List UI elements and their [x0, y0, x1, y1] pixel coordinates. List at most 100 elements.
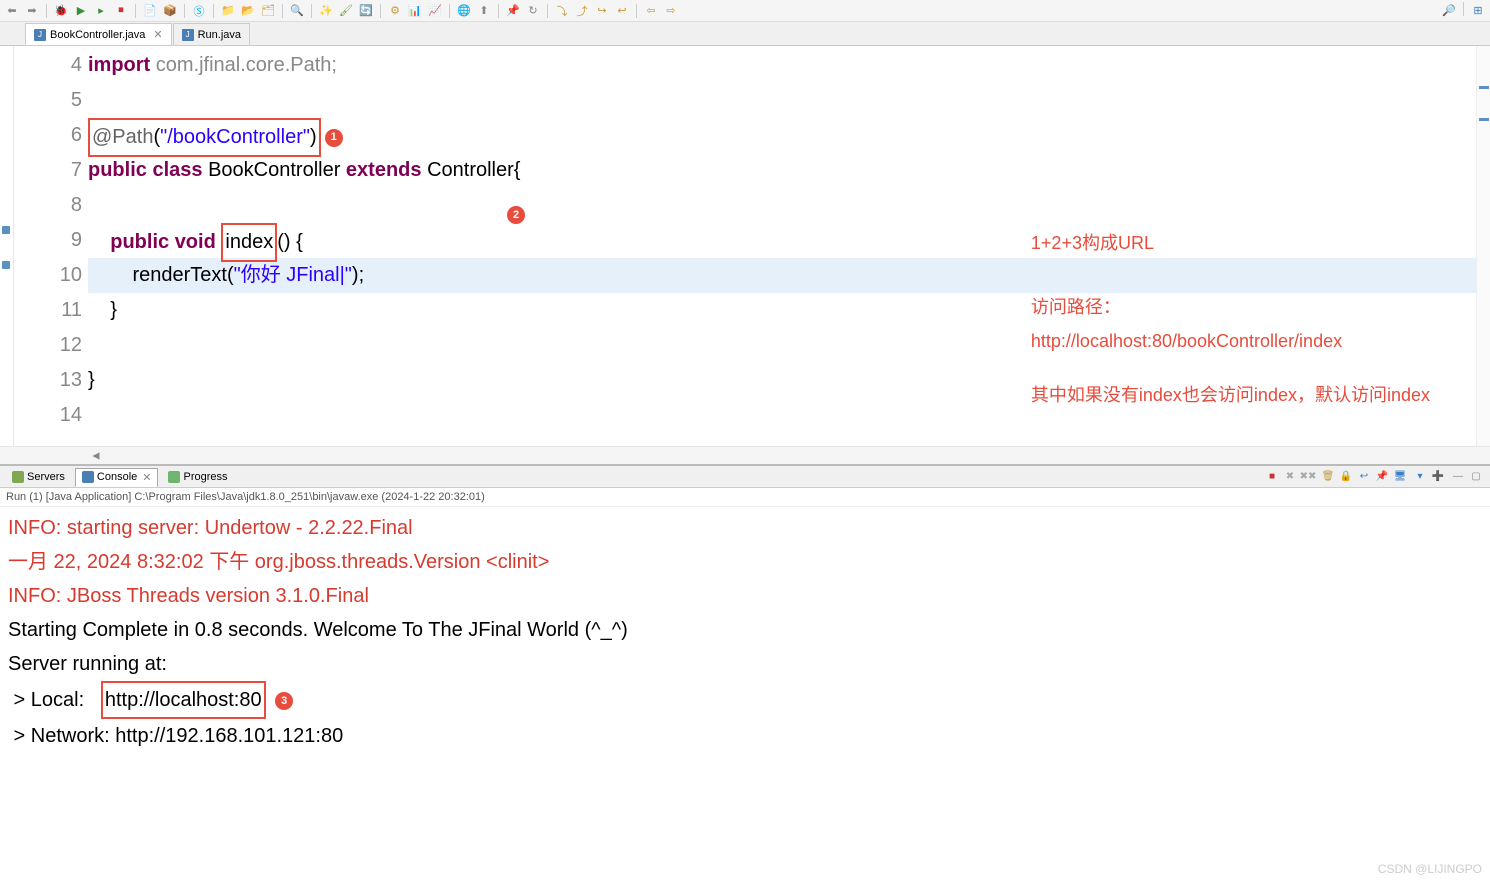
code-token: import — [88, 54, 150, 76]
open-console-icon[interactable]: ▾ — [1412, 469, 1428, 485]
min-icon[interactable]: — — [1450, 469, 1466, 485]
badge-2: 2 — [507, 206, 525, 224]
tab-bookcontroller[interactable]: J BookController.java ✕ — [25, 23, 172, 45]
code-token: void — [175, 231, 216, 253]
tab-progress[interactable]: Progress — [162, 469, 233, 485]
display-icon[interactable]: 🖥 — [1392, 469, 1408, 485]
folder3-icon[interactable]: 🗂 — [260, 3, 276, 19]
code-token: () { — [277, 231, 303, 253]
badge-1: 1 — [325, 129, 343, 147]
view-tabs: Servers Console ✕ Progress ■ ✖ ✖✖ 🗑 🔒 ↩ … — [0, 466, 1490, 488]
run-icon[interactable]: ▶ — [73, 3, 89, 19]
code-body[interactable]: import com.jfinal.core.Path; @Path("/boo… — [88, 46, 1490, 446]
note-line: 其中如果没有index也会访问index，默认访问index — [1031, 378, 1430, 412]
code-token: "你好 JFinal|" — [234, 264, 352, 286]
console-line: Starting Complete in 0.8 seconds. Welcom… — [8, 613, 1482, 647]
skype-icon[interactable]: Ⓢ — [191, 3, 207, 19]
console-line: Server running at: — [8, 647, 1482, 681]
step4-icon[interactable]: ↩ — [614, 3, 630, 19]
watermark: CSDN @LIJINGPO — [1378, 862, 1482, 876]
close-icon[interactable]: ✕ — [142, 471, 151, 484]
step3-icon[interactable]: ↪ — [594, 3, 610, 19]
console-line: 一月 22, 2024 8:32:02 下午 org.jboss.threads… — [8, 545, 1482, 579]
marker-ruler — [0, 46, 14, 446]
pin-console-icon[interactable]: 📌 — [1374, 469, 1390, 485]
close-icon[interactable]: ✕ — [153, 28, 162, 41]
perspective-icon[interactable]: ⊞ — [1470, 2, 1486, 18]
globe-icon[interactable]: 🌐 — [456, 3, 472, 19]
tab-servers[interactable]: Servers — [6, 469, 71, 485]
pin-icon[interactable]: 📌 — [505, 3, 521, 19]
stop-icon[interactable]: ⏹ — [113, 3, 129, 19]
badge-3: 3 — [275, 692, 293, 710]
editor-hscroll[interactable] — [0, 446, 1490, 464]
brush-icon[interactable]: 🖌 — [338, 3, 354, 19]
sync-icon[interactable]: 🔄 — [358, 3, 374, 19]
nav-back-icon[interactable]: ⬅ — [4, 3, 20, 19]
step1-icon[interactable]: ⤵ — [554, 3, 570, 19]
code-token: } — [110, 299, 117, 321]
code-editor[interactable]: 456 789 101112 1314 import com.jfinal.co… — [0, 46, 1490, 446]
servers-icon — [12, 471, 24, 483]
runconf-icon[interactable]: ▸ — [93, 3, 109, 19]
search-icon[interactable]: 🔍 — [289, 3, 305, 19]
folder2-icon[interactable]: 📂 — [240, 3, 256, 19]
step2-icon[interactable]: ⤴ — [574, 3, 590, 19]
code-token: public — [110, 231, 174, 253]
console-toolbar: ■ ✖ ✖✖ 🗑 🔒 ↩ 📌 🖥 ▾ ➕ — ▢ — [1264, 469, 1484, 485]
console-line: INFO: JBoss Threads version 3.1.0.Final — [8, 579, 1482, 613]
prev-icon[interactable]: ⇦ — [643, 3, 659, 19]
console-line: > Local: http://localhost:80 3 — [8, 681, 1482, 719]
max-icon[interactable]: ▢ — [1468, 469, 1484, 485]
console-output[interactable]: INFO: starting server: Undertow - 2.2.22… — [0, 507, 1490, 882]
wrap-icon[interactable]: ↩ — [1356, 469, 1372, 485]
note-line: 访问路径： — [1031, 290, 1430, 324]
tab-label: Run.java — [198, 29, 241, 41]
nav-fwd-icon[interactable]: ➡ — [24, 3, 40, 19]
remove-icon[interactable]: ✖ — [1282, 469, 1298, 485]
wand-icon[interactable]: ✨ — [318, 3, 334, 19]
new-icon[interactable]: 📄 — [142, 3, 158, 19]
note-line: 1+2+3构成URL — [1031, 226, 1430, 260]
newpkg-icon[interactable]: 📦 — [162, 3, 178, 19]
console-line: INFO: starting server: Undertow - 2.2.22… — [8, 511, 1482, 545]
tool2-icon[interactable]: 📊 — [407, 3, 423, 19]
quickaccess-icon[interactable]: 🔎 — [1441, 2, 1457, 18]
tab-label: BookController.java — [50, 29, 145, 41]
tool1-icon[interactable]: ⚙ — [387, 3, 403, 19]
code-token: ); — [352, 264, 364, 286]
scrolllock-icon[interactable]: 🔒 — [1338, 469, 1354, 485]
overview-ruler — [1476, 46, 1490, 446]
code-token: Controller{ — [422, 159, 521, 181]
local-url-box: http://localhost:80 — [101, 681, 266, 719]
java-file-icon: J — [182, 29, 194, 41]
console-line: > Network: http://192.168.101.121:80 — [8, 719, 1482, 753]
run-info-bar: Run (1) [Java Application] C:\Program Fi… — [0, 488, 1490, 507]
refresh-icon[interactable]: ↻ — [525, 3, 541, 19]
debug-icon[interactable]: 🐞 — [53, 3, 69, 19]
code-token: index — [225, 231, 273, 253]
note-line: http://localhost:80/bookController/index — [1031, 324, 1430, 358]
code-token: extends — [346, 159, 422, 181]
tab-run[interactable]: J Run.java — [173, 23, 250, 45]
code-token: com.jfinal.core.Path; — [150, 54, 337, 76]
tool4-icon[interactable]: ⬆ — [476, 3, 492, 19]
line-gutter: 456 789 101112 1314 — [14, 46, 88, 446]
code-token: public — [88, 159, 152, 181]
folder1-icon[interactable]: 📁 — [220, 3, 236, 19]
tab-console[interactable]: Console ✕ — [75, 468, 159, 487]
java-file-icon: J — [34, 29, 46, 41]
clear-icon[interactable]: 🗑 — [1320, 469, 1336, 485]
removeall-icon[interactable]: ✖✖ — [1300, 469, 1316, 485]
next-icon[interactable]: ⇨ — [663, 3, 679, 19]
code-token: renderText( — [132, 264, 233, 286]
tab-label: Servers — [27, 471, 65, 483]
progress-icon — [168, 471, 180, 483]
bottom-panel: Servers Console ✕ Progress ■ ✖ ✖✖ 🗑 🔒 ↩ … — [0, 464, 1490, 882]
index-method-box: index — [221, 223, 277, 262]
tool3-icon[interactable]: 📈 — [427, 3, 443, 19]
code-token: class — [152, 159, 202, 181]
terminate-icon[interactable]: ■ — [1264, 469, 1280, 485]
tab-label: Progress — [183, 471, 227, 483]
new-console-icon[interactable]: ➕ — [1430, 469, 1446, 485]
